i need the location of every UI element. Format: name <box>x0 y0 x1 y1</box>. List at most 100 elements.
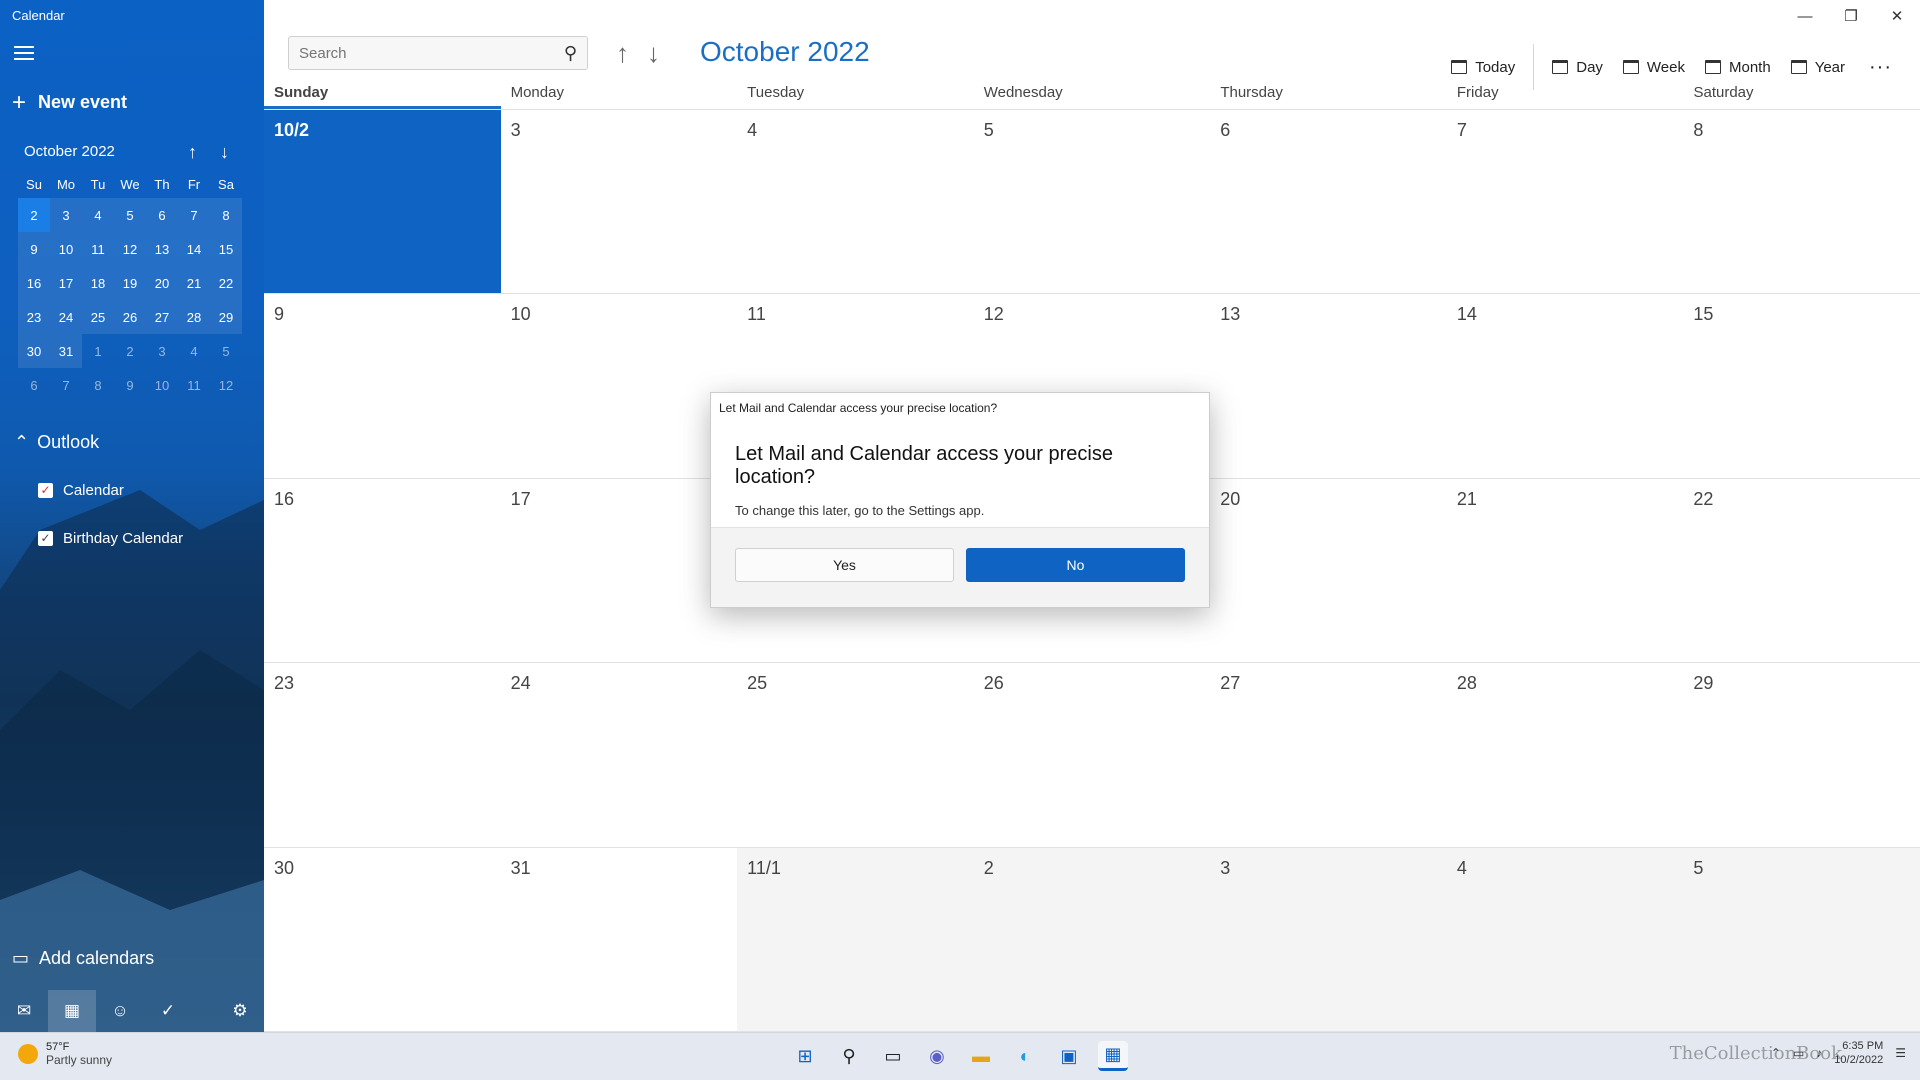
day-cell[interactable]: 8 <box>1683 110 1920 295</box>
day-cell[interactable]: 7 <box>1446 110 1684 295</box>
day-cell[interactable]: 15 <box>1683 294 1920 479</box>
mini-calendar-month-label[interactable]: October 2022 <box>24 143 115 160</box>
day-cell[interactable]: 6 <box>1210 110 1447 295</box>
day-cell[interactable]: 4 <box>737 110 974 295</box>
mini-calendar-up-arrow-icon[interactable]: ↑ <box>188 142 197 163</box>
week-view-button[interactable]: Week <box>1613 59 1695 76</box>
mini-calendar-day[interactable]: 14 <box>178 232 210 266</box>
day-cell[interactable]: 11/1 <box>737 847 974 1032</box>
weather-widget[interactable]: 57°F Partly sunny <box>18 1041 112 1067</box>
mini-calendar-day[interactable]: 6 <box>18 368 50 402</box>
new-event-button[interactable]: + New event <box>12 90 127 114</box>
mini-calendar-day[interactable]: 2 <box>114 334 146 368</box>
day-cell[interactable]: 20 <box>1210 479 1447 664</box>
mini-calendar-day[interactable]: 2 <box>18 198 50 232</box>
mini-calendar-day[interactable]: 26 <box>114 300 146 334</box>
mini-calendar-day[interactable]: 31 <box>50 334 82 368</box>
no-button[interactable]: No <box>966 548 1185 582</box>
calendar-toggle-calendar[interactable]: ✓ Calendar <box>38 482 124 499</box>
day-cell[interactable]: 10 <box>500 294 738 479</box>
day-cell[interactable]: 23 <box>264 663 501 848</box>
mini-calendar-day[interactable]: 5 <box>210 334 242 368</box>
mini-calendar-day[interactable]: 15 <box>210 232 242 266</box>
mini-calendar-day[interactable]: 9 <box>114 368 146 402</box>
edge-browser-icon[interactable]: ◐ <box>1010 1041 1040 1071</box>
month-title[interactable]: October 2022 <box>700 36 870 68</box>
search-input[interactable] <box>289 37 539 69</box>
day-cell[interactable]: 17 <box>500 479 738 664</box>
mini-calendar-day[interactable]: 8 <box>210 198 242 232</box>
restore-icon[interactable]: ❐ <box>1828 0 1874 32</box>
minimize-icon[interactable]: — <box>1782 0 1828 32</box>
mini-calendar-day[interactable]: 10 <box>50 232 82 266</box>
day-cell[interactable]: 9 <box>264 294 501 479</box>
day-cell[interactable]: 27 <box>1210 663 1447 848</box>
day-cell[interactable]: 30 <box>264 848 501 1032</box>
mini-calendar-day[interactable]: 27 <box>146 300 178 334</box>
search-icon[interactable]: ⚲ <box>564 43 577 64</box>
speaker-icon[interactable]: ♪ <box>1816 1046 1822 1060</box>
chevron-up-icon[interactable]: ⌃ <box>1771 1046 1781 1060</box>
mini-calendar-day[interactable]: 1 <box>82 334 114 368</box>
mini-calendar-day[interactable]: 11 <box>178 368 210 402</box>
task-view-icon[interactable]: ▭ <box>878 1041 908 1071</box>
day-cell[interactable]: 16 <box>264 479 501 664</box>
day-cell[interactable]: 14 <box>1446 294 1684 479</box>
calendar-icon[interactable]: ▦ <box>48 990 96 1032</box>
mini-calendar-day[interactable]: 11 <box>82 232 114 266</box>
yes-button[interactable]: Yes <box>735 548 954 582</box>
mini-calendar-day[interactable]: 28 <box>178 300 210 334</box>
mini-calendar-day[interactable]: 21 <box>178 266 210 300</box>
mini-calendar-day[interactable]: 20 <box>146 266 178 300</box>
hamburger-menu-icon[interactable] <box>14 46 34 62</box>
day-cell[interactable]: 10/2 <box>264 110 501 295</box>
calendar-toggle-birthday[interactable]: ✓ Birthday Calendar <box>38 530 183 547</box>
previous-month-arrow-icon[interactable]: ↑ <box>616 38 629 69</box>
mini-calendar-day[interactable]: 9 <box>18 232 50 266</box>
next-month-arrow-icon[interactable]: ↓ <box>647 38 660 69</box>
file-explorer-icon[interactable]: ▬ <box>966 1041 996 1071</box>
mini-calendar-day[interactable]: 12 <box>210 368 242 402</box>
mini-calendar-day[interactable]: 8 <box>82 368 114 402</box>
outlook-account-toggle[interactable]: ⌃ Outlook <box>14 432 99 453</box>
chat-icon[interactable]: ◉ <box>922 1041 952 1071</box>
mail-icon[interactable]: ✉ <box>0 990 48 1032</box>
mini-calendar-day[interactable]: 25 <box>82 300 114 334</box>
mini-calendar-day[interactable]: 19 <box>114 266 146 300</box>
mini-calendar-day[interactable]: 30 <box>18 334 50 368</box>
day-cell[interactable]: 24 <box>500 663 738 848</box>
day-cell[interactable]: 4 <box>1446 847 1684 1032</box>
mini-calendar-day[interactable]: 29 <box>210 300 242 334</box>
day-view-button[interactable]: Day <box>1542 59 1613 76</box>
calendar-app-icon[interactable]: ▦ <box>1098 1041 1128 1071</box>
add-calendars-button[interactable]: ▭ Add calendars <box>12 948 154 969</box>
day-cell[interactable]: 5 <box>973 110 1211 295</box>
day-cell[interactable]: 22 <box>1683 479 1920 664</box>
checkbox-checked-icon[interactable]: ✓ <box>38 531 53 546</box>
mini-calendar-day[interactable]: 18 <box>82 266 114 300</box>
day-cell[interactable]: 25 <box>737 663 974 848</box>
day-cell[interactable]: 3 <box>1210 847 1447 1032</box>
mini-calendar-day[interactable]: 23 <box>18 300 50 334</box>
mini-calendar-day[interactable]: 4 <box>178 334 210 368</box>
close-icon[interactable]: ✕ <box>1874 0 1920 32</box>
day-cell[interactable]: 21 <box>1446 479 1684 664</box>
todo-icon[interactable]: ✓ <box>144 990 192 1032</box>
mini-calendar-day[interactable]: 5 <box>114 198 146 232</box>
clock[interactable]: 6:35 PM 10/2/2022 <box>1834 1039 1883 1067</box>
day-cell[interactable]: 31 <box>500 848 738 1032</box>
mini-calendar-day[interactable]: 24 <box>50 300 82 334</box>
mini-calendar-day[interactable]: 3 <box>50 198 82 232</box>
store-icon[interactable]: ▣ <box>1054 1041 1084 1071</box>
month-view-button[interactable]: Month <box>1695 59 1781 76</box>
mini-calendar-day[interactable]: 3 <box>146 334 178 368</box>
mini-calendar-day[interactable]: 7 <box>178 198 210 232</box>
day-cell[interactable]: 26 <box>973 663 1211 848</box>
windows-start-icon[interactable]: ⊞ <box>790 1041 820 1071</box>
mini-calendar-day[interactable]: 12 <box>114 232 146 266</box>
mini-calendar-day[interactable]: 13 <box>146 232 178 266</box>
day-cell[interactable]: 29 <box>1683 663 1920 848</box>
mini-calendar-day[interactable]: 17 <box>50 266 82 300</box>
day-cell[interactable]: 13 <box>1210 294 1447 479</box>
people-icon[interactable]: ☺ <box>96 990 144 1032</box>
